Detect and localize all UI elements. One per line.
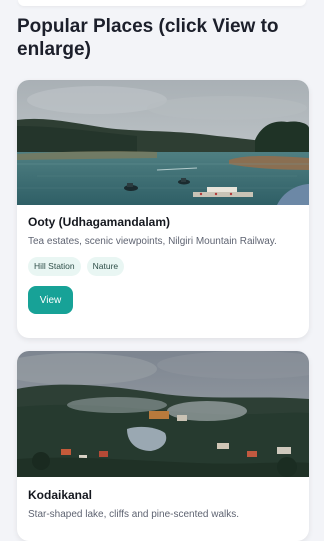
place-description: Tea estates, scenic viewpoints, Nilgiri …	[28, 236, 277, 247]
tag-hill-station: Hill Station	[28, 257, 81, 276]
place-description: Star-shaped lake, cliffs and pine-scente…	[28, 509, 240, 520]
place-card-kodaikanal: Kodaikanal Star-shaped lake, cliffs and …	[17, 351, 309, 541]
tag-nature: Nature	[86, 257, 125, 276]
place-photo-kodaikanal	[17, 351, 309, 477]
top-bar	[18, 0, 306, 6]
tag-list: Hill Station Nature	[28, 257, 298, 276]
place-photo-ooty	[17, 80, 309, 205]
page-title: Popular Places (click View to enlarge)	[17, 16, 279, 60]
place-title: Kodaikanal	[28, 488, 93, 502]
place-title: Ooty (Udhagamandalam)	[28, 215, 171, 229]
place-card-ooty: Ooty (Udhagamandalam) Tea estates, sceni…	[17, 80, 309, 338]
view-button[interactable]: View	[28, 286, 73, 314]
